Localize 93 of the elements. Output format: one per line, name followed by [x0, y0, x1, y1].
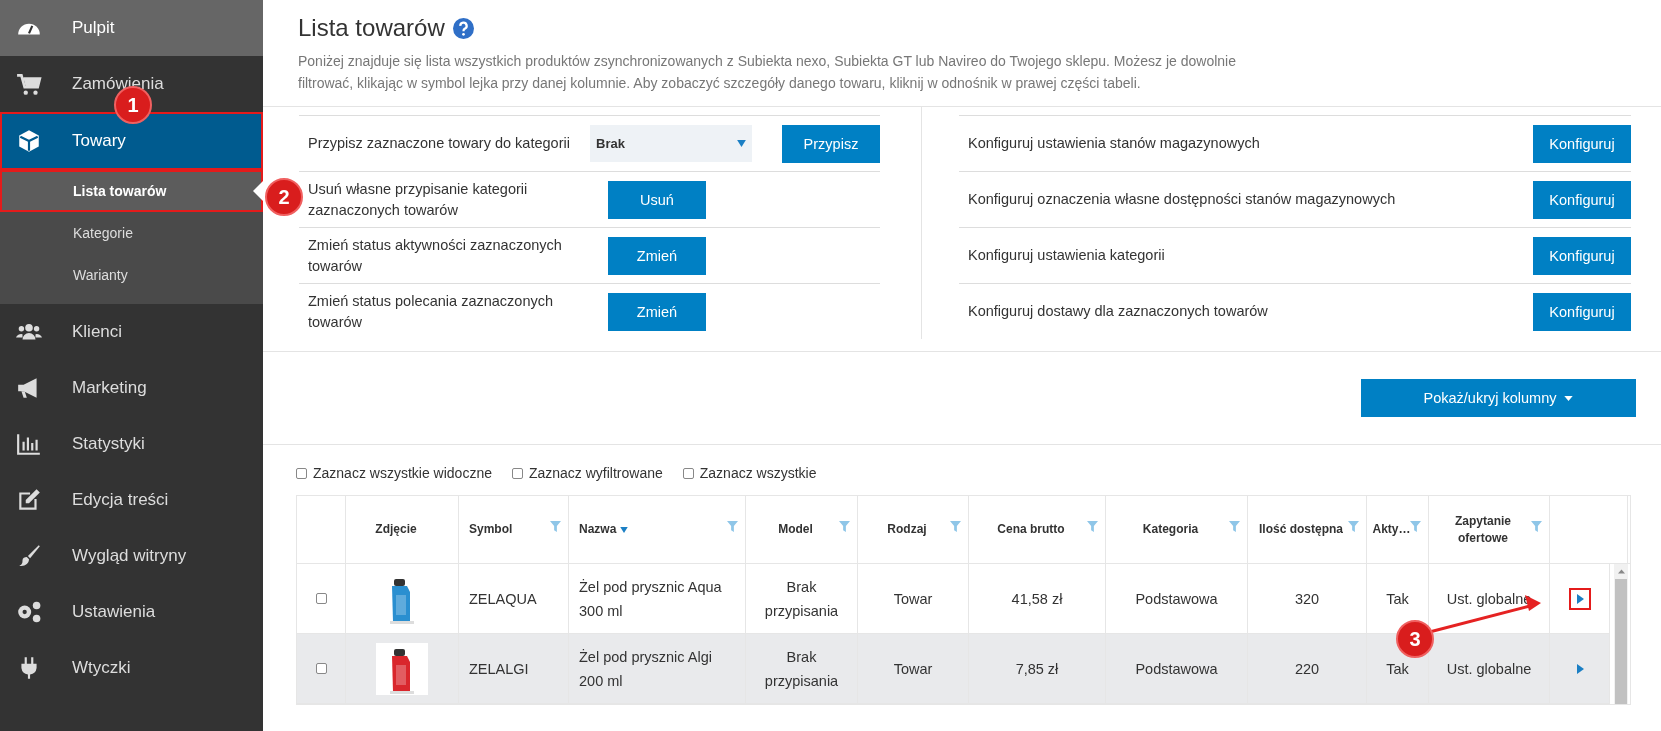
filter-icon[interactable] [1531, 521, 1542, 532]
sort-icon[interactable] [620, 526, 629, 533]
table-cell-text: Towar [893, 589, 933, 609]
column-header[interactable]: Nazwa [569, 496, 746, 563]
help-icon[interactable] [452, 17, 474, 39]
action-button[interactable]: Zmień [608, 292, 706, 331]
cart-icon [16, 71, 42, 97]
nav-label: Ustawienia [72, 602, 156, 622]
table-cell-text: Towar [893, 659, 933, 679]
table-cell-text: 7,85 zł [1015, 659, 1059, 679]
table-cell-text: Ust. globalne [1446, 659, 1532, 679]
page-title: Lista towarów [298, 14, 445, 42]
table-cell-text: Tak [1386, 589, 1409, 609]
checkbox[interactable] [296, 467, 307, 479]
nav-label: Klienci [72, 322, 123, 342]
action-label: Konfiguruj oznaczenia własne dostępności stanów magazynowych [968, 190, 1397, 209]
pointer-icon [253, 181, 263, 201]
submenu-item[interactable]: Kategorie [0, 212, 263, 254]
checkbox[interactable] [682, 467, 694, 479]
filter-icon[interactable] [839, 521, 850, 532]
nav-item[interactable]: Towary [0, 112, 263, 170]
table-cell-text: ZELAQUA [469, 589, 537, 609]
action-label: Konfiguruj dostawy dla zaznaczonych towarów [968, 302, 1269, 321]
nav-label: Wtyczki [72, 658, 131, 678]
checkbox[interactable] [511, 467, 523, 479]
action-button[interactable]: Konfiguruj [1533, 124, 1631, 163]
table-cell-text: Podstawowa [1135, 589, 1218, 609]
column-header[interactable]: Ilość dostępna [1248, 496, 1367, 563]
gears-icon [16, 599, 42, 625]
table-cell-text: 220 [1294, 659, 1320, 679]
nav-label: Marketing [72, 378, 147, 398]
action-button[interactable]: Konfiguruj [1533, 292, 1631, 331]
column-header[interactable]: Rodzaj [858, 496, 969, 563]
filter-icon[interactable] [727, 521, 738, 532]
filter-icon[interactable] [1348, 521, 1359, 532]
column-header[interactable]: Model [746, 496, 858, 563]
select-option[interactable]: Zaznacz wszystkie widoczne [296, 465, 492, 481]
caret-icon [1564, 395, 1574, 401]
table-cell-text: Podstawowa [1135, 659, 1218, 679]
table-cell-text: 41,58 zł [1011, 589, 1063, 609]
nav-item[interactable]: Pulpit [0, 0, 263, 56]
action-label: Konfiguruj ustawienia kategorii [968, 246, 1166, 265]
action-label: Przypisz zaznaczone towary do kategorii [308, 134, 571, 153]
columns-dropdown-button[interactable]: Pokaż/ukryj kolumny [1361, 379, 1636, 417]
category-select[interactable]: Brak [590, 125, 752, 162]
filter-icon[interactable] [550, 521, 561, 532]
action-button[interactable]: Konfiguruj [1533, 236, 1631, 275]
filter-icon[interactable] [1087, 521, 1098, 532]
filter-icon[interactable] [950, 521, 961, 532]
nav-label: Statystyki [72, 434, 145, 454]
column-header[interactable]: Zapytanie ofertowe [1429, 496, 1550, 563]
filter-icon[interactable] [1410, 521, 1421, 532]
step-badge: 2 [265, 178, 303, 216]
filter-icon[interactable] [1229, 521, 1240, 532]
nav-label: Wygląd witryny [72, 546, 187, 566]
column-header[interactable]: Zdjęcie [346, 496, 459, 563]
action-label: Konfiguruj ustawienia stanów magazynowych [968, 134, 1261, 153]
column-header[interactable]: Kategoria [1106, 496, 1248, 563]
table-cell-text: Brak przypisania [763, 647, 840, 691]
scroll-up-icon[interactable] [1617, 569, 1625, 574]
scrollbar[interactable] [1614, 564, 1628, 704]
step-badge: 3 [1396, 620, 1434, 658]
cube-icon [16, 128, 42, 154]
caret-icon [737, 140, 746, 147]
table-cell-text: ZELALGI [469, 659, 529, 679]
row-checkbox[interactable] [315, 663, 327, 674]
action-label: Usuń własne przypisanie kategorii zaznaczonych towarów [308, 179, 529, 220]
action-label: Zmień status aktywności zaznaczonych towarów [308, 235, 563, 276]
nav-label: Edycja treści [72, 490, 169, 510]
table-cell-text: Żel pod prysznic Aqua 300 ml [579, 577, 723, 621]
table-cell-text: 320 [1294, 589, 1320, 609]
action-button[interactable]: Konfiguruj [1533, 180, 1631, 219]
nav-label: Towary [72, 131, 126, 151]
edit-icon [16, 487, 42, 513]
select-option[interactable]: Zaznacz wszystkie [682, 465, 817, 481]
submenu-item[interactable]: Warianty [0, 254, 263, 296]
play-icon[interactable] [1570, 589, 1589, 608]
select-option[interactable]: Zaznacz wyfiltrowane [511, 465, 663, 481]
action-button[interactable]: Zmień [608, 236, 706, 275]
submenu-item[interactable]: Lista towarów [0, 170, 263, 212]
table-cell-text: Żel pod prysznic Algi 200 ml [579, 647, 713, 691]
column-header[interactable]: Akty… [1367, 496, 1429, 563]
table-cell-text: Tak [1386, 659, 1409, 679]
bar-chart-icon [16, 431, 42, 457]
row-checkbox[interactable] [315, 593, 327, 604]
column-header[interactable]: Cena brutto [969, 496, 1106, 563]
column-header[interactable]: Symbol [459, 496, 569, 563]
action-label: Zmień status polecania zaznaczonych towarów [308, 291, 555, 332]
action-button[interactable]: Usuń [608, 180, 706, 219]
nav-label: Pulpit [72, 18, 115, 38]
table-cell-text: Brak przypisania [763, 577, 840, 621]
page-description: Poniżej znajduje się lista wszystkich produktów zsynchronizowanych z Subiekta nexo, Subiekta GT lub Navireo do Twojego sklepu. Możesz je dowolnie filtrować, klikając w symbol lejka przy danej kolumnie. Aby zobaczyć szczegóły danego towaru, kliknij w odnośnik w prawej części tabeli. [298, 52, 1237, 93]
action-button[interactable]: Przypisz [782, 124, 880, 163]
